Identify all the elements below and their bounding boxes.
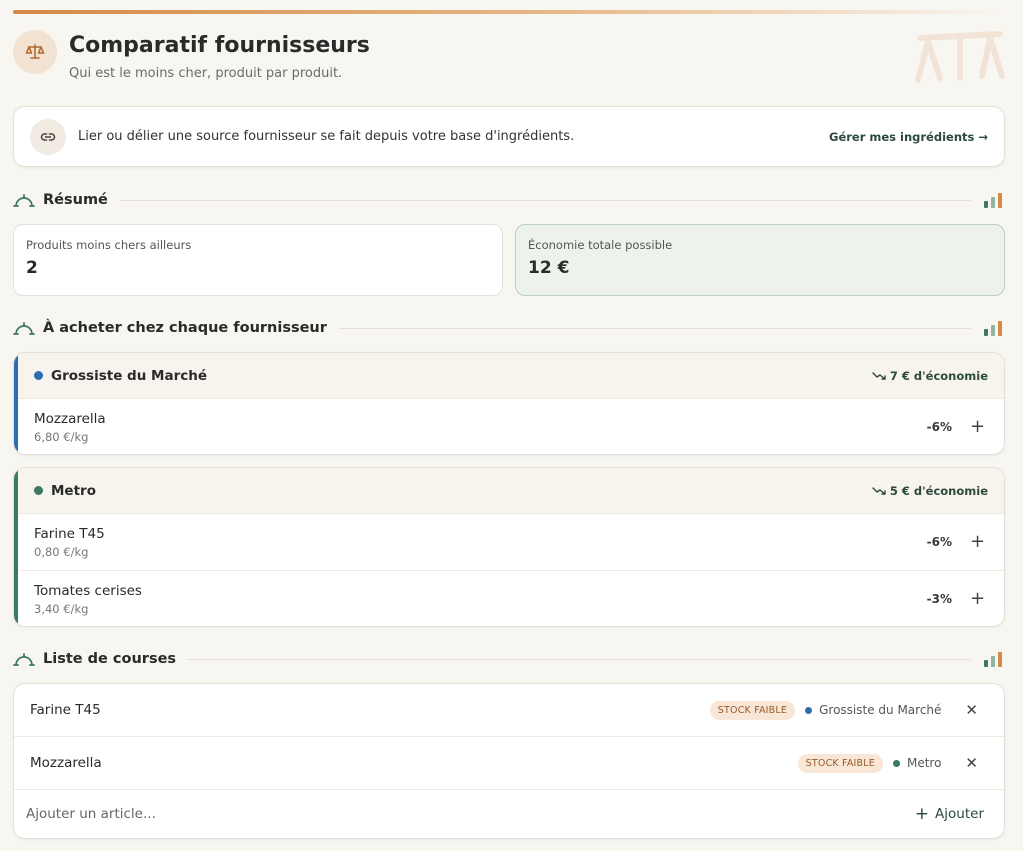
section-divider [338,327,971,329]
product-name: Farine T45 [34,525,105,542]
stat-total-savings: Économie totale possible 12 € [515,224,1005,296]
saving-text: 7 € d'économie [889,368,988,383]
header-accent-bar [13,10,1003,14]
status-badge: STOCK FAIBLE [797,753,883,773]
add-item-label: Ajouter [935,806,984,822]
product-discount: -3% [926,592,952,606]
plus-icon: + [914,804,930,824]
saving-text: 5 € d'économie [889,483,988,498]
section-title: À acheter chez chaque fournisseur [43,320,327,336]
supplier-header: Metro 5 € d'économie [14,468,1004,513]
product-row: Farine T45 0,80 €/kg -6% + [14,513,1004,570]
shopping-list: Farine T45 STOCK FAIBLE Grossiste du Mar… [13,683,1005,839]
item-supplier: Metro [892,756,942,770]
section-title: Résumé [43,192,108,208]
supplier-color-dot [34,486,43,495]
status-badge: STOCK FAIBLE [709,700,796,720]
trend-down-icon [872,371,886,380]
add-item-input[interactable] [26,806,915,822]
bar-chart-icon [984,652,1002,667]
supplier-card-grossiste: Grossiste du Marché 7 € d'économie Mozza… [13,352,1005,455]
item-supplier-name: Grossiste du Marché [819,703,942,717]
product-name: Mozzarella [34,410,106,427]
stat-value: 12 € [528,258,570,278]
supplier-name: Grossiste du Marché [51,367,208,384]
link-icon [30,118,66,155]
add-item-button[interactable]: + Ajouter [915,804,984,824]
info-text: Lier ou délier une source fournisseur se… [78,129,575,144]
product-row: Tomates cerises 3,40 €/kg -3% + [14,570,1004,626]
stat-value: 2 [26,258,38,278]
add-to-list-button[interactable]: + [970,533,985,551]
item-supplier-name: Metro [906,756,942,770]
product-price: 6,80 €/kg [34,429,89,444]
item-name: Farine T45 [30,702,101,718]
cloche-icon [13,322,35,335]
section-buy-header: À acheter chez chaque fournisseur [13,317,1003,339]
add-to-list-button[interactable]: + [970,418,985,436]
supplier-color-dot [34,371,43,380]
section-shopping-header: Liste de courses [13,648,1003,670]
add-item-row: + Ajouter [14,790,1004,838]
manage-ingredients-link[interactable]: Gérer mes ingrédients → [829,130,988,144]
info-banner: Lier ou délier une source fournisseur se… [13,106,1005,167]
bar-chart-icon [984,193,1002,208]
page-subtitle: Qui est le moins cher, produit par produ… [69,66,343,81]
section-summary-header: Résumé [13,189,1003,211]
cloche-icon [13,653,35,666]
cloche-icon [13,194,35,207]
bar-chart-icon [984,321,1002,336]
product-price: 3,40 €/kg [34,601,89,616]
supplier-saving: 5 € d'économie [872,484,988,498]
product-row: Mozzarella 6,80 €/kg -6% + [14,398,1004,454]
trend-down-icon [872,486,886,495]
list-item: Mozzarella STOCK FAIBLE Metro ✕ [14,737,1004,790]
item-name: Mozzarella [30,755,102,771]
stat-label: Produits moins chers ailleurs [26,238,192,252]
remove-item-button[interactable]: ✕ [965,701,978,719]
stat-cheaper-products: Produits moins chers ailleurs 2 [13,224,503,296]
page-header: Comparatif fournisseurs Qui est le moins… [13,30,370,81]
remove-item-button[interactable]: ✕ [965,754,978,772]
product-name: Tomates cerises [34,582,142,599]
product-discount: -6% [926,420,952,434]
item-supplier: Grossiste du Marché [805,703,941,717]
supplier-color-dot [892,759,900,767]
stat-label: Économie totale possible [528,238,673,252]
add-to-list-button[interactable]: + [970,590,985,608]
supplier-saving: 7 € d'économie [872,369,988,383]
section-title: Liste de courses [43,651,177,667]
supplier-card-metro: Metro 5 € d'économie Farine T45 0,80 €/k… [13,467,1005,627]
supplier-color-dot [805,706,813,714]
page-title: Comparatif fournisseurs [69,33,370,58]
product-discount: -6% [926,535,952,549]
scale-icon [13,30,57,74]
supplier-accent [14,353,18,454]
section-divider [119,199,971,201]
product-price: 0,80 €/kg [34,544,89,559]
supplier-header: Grossiste du Marché 7 € d'économie [14,353,1004,398]
supplier-name: Metro [51,482,96,499]
supplier-accent [14,468,18,626]
scale-watermark-icon [915,31,1005,83]
section-divider [188,658,971,660]
list-item: Farine T45 STOCK FAIBLE Grossiste du Mar… [14,684,1004,737]
